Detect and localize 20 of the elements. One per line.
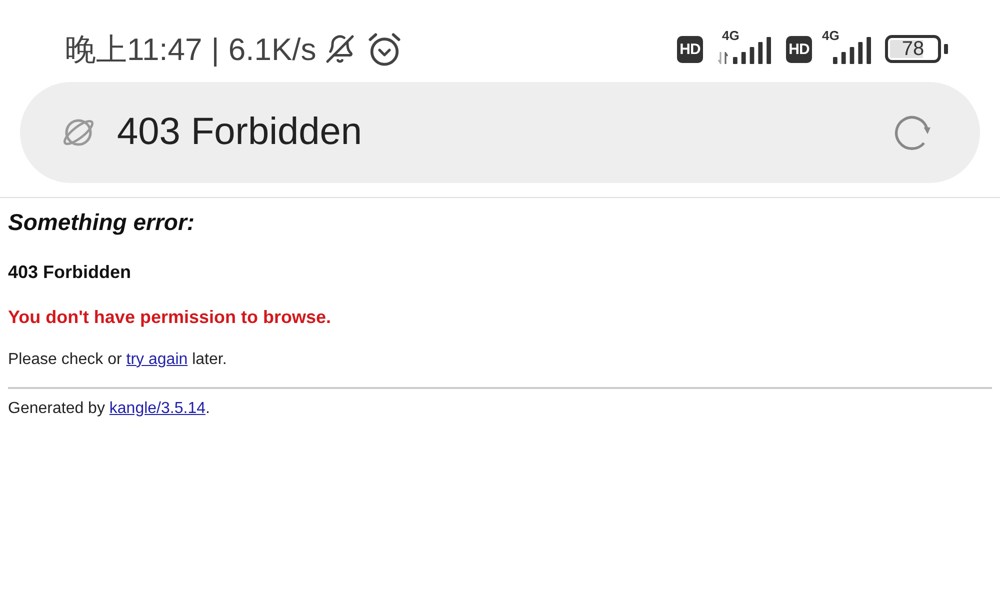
network-type-text: 4G: [822, 29, 840, 42]
network-speed-text: 6.1K/s: [228, 34, 316, 64]
hd-indicator: HD: [677, 36, 703, 62]
server-version-link[interactable]: kangle/3.5.14: [109, 400, 206, 417]
page-title: 403 Forbidden: [117, 110, 364, 155]
error-message: You don't have permission to browse.: [8, 306, 332, 329]
separator-text: |: [211, 34, 220, 64]
status-code-text: 403 Forbidden: [8, 261, 132, 284]
address-bar[interactable]: 403 Forbidden: [20, 82, 980, 183]
try-again-link[interactable]: try again: [126, 351, 188, 368]
bell-off-icon: [325, 34, 356, 64]
reload-icon[interactable]: [893, 114, 931, 152]
clock-text: 晚上11:47: [65, 34, 202, 64]
battery-percent-text: 78: [902, 39, 924, 59]
error-heading: Something error:: [8, 208, 196, 237]
hd-indicator: HD: [786, 36, 812, 62]
network-type-text: 4G: [722, 29, 740, 42]
retry-message: Please check or try again later.: [8, 350, 228, 370]
generator-footer: Generated by kangle/3.5.14.: [8, 398, 992, 420]
alarm-clock-icon: [368, 32, 402, 66]
